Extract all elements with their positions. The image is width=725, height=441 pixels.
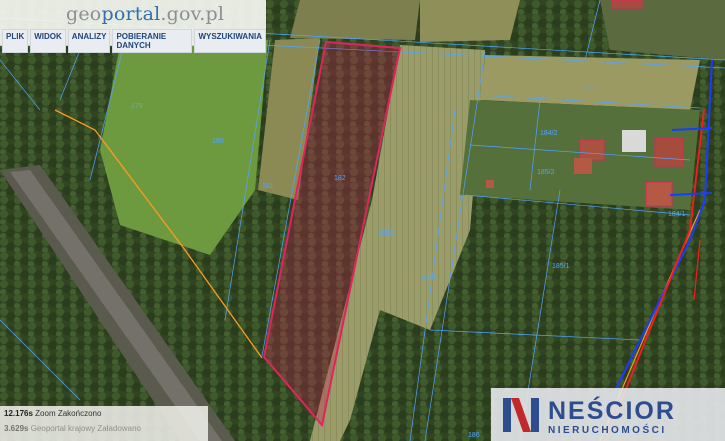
menu-item-pobieranie-danych[interactable]: POBIERANIE DANYCH [112, 29, 193, 53]
satellite-map[interactable]: 179 180 181 182 183/1 183/2 184/2 185/1 … [0, 0, 725, 441]
status-row-geoportal: 3.629s Geoportal krajowy Załadowano [4, 424, 141, 433]
agency-logo-icon [503, 398, 539, 432]
status-time: 12.176s [4, 409, 33, 418]
svg-text:183/2: 183/2 [420, 275, 438, 282]
menu-item-plik[interactable]: PLIK [2, 29, 29, 53]
main-menu: PLIK WIDOK ANALIZY POBIERANIE DANYCH WYS… [2, 29, 266, 53]
svg-text:184/2: 184/2 [540, 130, 558, 137]
svg-text:183: 183 [583, 85, 595, 92]
svg-text:185/1: 185/1 [552, 263, 570, 270]
status-row-zoom: 12.176s Zoom Zakończono [4, 409, 101, 418]
menu-item-widok[interactable]: WIDOK [30, 29, 66, 53]
status-state: Załadowano [97, 424, 142, 433]
svg-text:186: 186 [468, 432, 480, 439]
status-time: 3.629s [4, 424, 29, 433]
svg-text:185/2: 185/2 [537, 169, 555, 176]
svg-text:181: 181 [262, 183, 274, 190]
loading-status-panel: 12.176s Zoom Zakończono 3.629s Geoportal… [0, 406, 208, 441]
logo-part-portal: portal [101, 3, 161, 25]
status-layer: Geoportal krajowy [30, 424, 96, 433]
svg-text:184/1: 184/1 [668, 211, 686, 218]
svg-text:183/1: 183/1 [378, 230, 396, 237]
svg-text:182: 182 [334, 175, 346, 182]
status-layer: Zoom [35, 409, 56, 418]
agency-name: NEŚCIOR [548, 397, 676, 425]
status-state: Zakończono [57, 409, 102, 418]
logo-part-domain: .gov.pl [160, 3, 225, 25]
logo-part-geo: geo [66, 3, 102, 25]
agency-subtitle: NIERUCHOMOŚCI [548, 425, 667, 436]
geoportal-logo[interactable]: geoportal.gov.pl [66, 3, 224, 25]
svg-text:179: 179 [131, 103, 143, 110]
menu-item-analizy[interactable]: ANALIZY [67, 29, 111, 53]
app-header: geoportal.gov.pl PLIK WIDOK ANALIZY POBI… [0, 0, 266, 53]
menu-item-wyszukiwania[interactable]: WYSZUKIWANIA [194, 29, 266, 53]
svg-text:180: 180 [212, 138, 224, 145]
agency-watermark: NEŚCIOR NIERUCHOMOŚCI [491, 388, 725, 441]
